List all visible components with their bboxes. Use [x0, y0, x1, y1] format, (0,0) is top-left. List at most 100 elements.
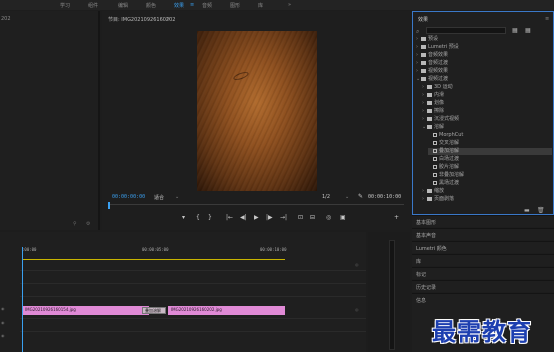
effects-tree-item[interactable]: › 3D 运动 [422, 84, 453, 91]
tab-audio[interactable]: 音频 [202, 2, 212, 9]
tab-assembly[interactable]: 组件 [88, 2, 98, 9]
comparison-view-icon[interactable]: ▣ [340, 214, 346, 221]
effects-menu-icon[interactable]: ≡ [545, 16, 549, 22]
ruler-label-mid: 00:00:05:00 [142, 247, 169, 252]
extract-icon[interactable]: ⊟ [310, 214, 315, 221]
effects-tree-item[interactable]: 叠加溶解 [428, 148, 552, 155]
lift-icon[interactable]: ⊡ [298, 214, 303, 221]
effects-tree-item[interactable]: 交叉溶解 [428, 140, 459, 147]
step-back-icon[interactable]: ◀| [240, 214, 247, 221]
go-to-out-icon[interactable]: →| [280, 214, 287, 221]
transition-clip[interactable]: 叠加溶解 [142, 307, 166, 314]
tab-libraries[interactable]: 库 [258, 2, 263, 9]
mini-playhead[interactable] [108, 202, 110, 209]
effects-panel-title[interactable]: 效果 [418, 16, 428, 23]
tab-graphics[interactable]: 图形 [230, 2, 240, 9]
export-frame-icon[interactable]: ◎ [326, 214, 331, 221]
effects-tree-item[interactable]: › 预设 [416, 36, 438, 43]
work-area-bar[interactable] [22, 259, 285, 260]
track-toggle-icon[interactable]: ◉ [1, 333, 5, 338]
go-to-in-icon[interactable]: |← [226, 214, 233, 221]
effects-tree-label: 交叉溶解 [439, 140, 460, 146]
mark-in-icon[interactable]: { [196, 214, 200, 221]
wrench-icon[interactable]: ⚲ [73, 221, 77, 227]
timeline-ruler[interactable]: :00:00 00:00:05:00 00:00:10:00 [20, 247, 366, 257]
wrench-icon[interactable]: ✎ [358, 193, 363, 200]
timeline-scroll-icon[interactable]: ◎ [355, 307, 359, 312]
effects-tree-item[interactable]: ⌄ 溶解 [422, 124, 444, 131]
effect-icon [433, 165, 437, 169]
wood-grain-mark [232, 70, 250, 82]
panel-essential-sound[interactable]: 基本声音 [412, 228, 554, 240]
chevron-down-icon[interactable]: ⌄ [345, 194, 349, 200]
panel-essential-graphics[interactable]: 基本图形 [412, 215, 554, 227]
effects-tree-label: 视频过渡 [428, 76, 449, 82]
effects-tree-label: 音频效果 [428, 52, 449, 58]
panel-label: 标记 [416, 272, 427, 278]
panel-libraries[interactable]: 库 [412, 254, 554, 266]
playback-resolution-select[interactable]: 1/2 [322, 194, 330, 200]
add-button-icon[interactable]: + [394, 214, 399, 221]
effects-tree-item[interactable]: › 内滑 [422, 92, 444, 99]
folder-icon [427, 93, 432, 97]
folder-icon [421, 61, 426, 65]
add-marker-icon[interactable]: ▾ [182, 214, 185, 221]
mini-timeline-ruler[interactable] [108, 204, 404, 207]
playhead-timecode[interactable]: 00:00:00:00 [112, 194, 145, 200]
timeline-clip[interactable]: IMG20210926160202.jpg [168, 306, 285, 315]
effects-tree-item[interactable]: › 沉浸式视频 [422, 116, 459, 123]
effects-tree-item[interactable]: 白场过渡 [428, 156, 459, 163]
program-monitor-header: 节目: IMG20210926160202 ≡ [102, 16, 410, 24]
effects-tree-item[interactable]: › 擦除 [422, 108, 444, 115]
timeline-clip[interactable]: IMG20210926160154.jpg [22, 306, 149, 315]
effects-tree-item[interactable]: › 视频效果 [416, 68, 448, 75]
effects-tree-item[interactable]: ⌄ 视频过渡 [416, 76, 448, 83]
track-divider [20, 296, 366, 297]
effects-tree-label: 胶片溶解 [439, 164, 460, 170]
ruler-label-end: 00:00:10:00 [260, 247, 287, 252]
effects-tree-item[interactable]: 非叠加溶解 [428, 172, 464, 179]
delete-icon[interactable]: 🗑 [537, 207, 545, 214]
folder-icon [427, 125, 432, 129]
effects-tree-item[interactable]: › 音频效果 [416, 52, 448, 59]
timeline-playhead[interactable] [22, 247, 23, 352]
tab-learn[interactable]: 学习 [60, 2, 70, 9]
audio-meter [389, 240, 395, 350]
step-forward-icon[interactable]: |▶ [266, 214, 273, 221]
panel-lumetri-color[interactable]: Lumetri 颜色 [412, 241, 554, 253]
effects-tree-item[interactable]: MorphCut [428, 132, 463, 139]
ruler-label-start: :00:00 [22, 247, 37, 252]
effects-tree-item[interactable]: 胶片溶解 [428, 164, 459, 171]
program-menu-icon[interactable]: ≡ [166, 16, 170, 22]
new-bin-icon[interactable]: ▬ [524, 207, 530, 214]
play-icon[interactable]: ▶ [254, 214, 259, 221]
zoom-fit-select[interactable]: 适合 [154, 194, 164, 201]
chevron-down-icon[interactable]: ⌄ [175, 194, 179, 200]
settings-icon[interactable]: ⚙ [86, 221, 90, 227]
tab-effects-menu-icon[interactable]: ≡ [190, 2, 194, 8]
tab-effects[interactable]: 效果 [174, 2, 184, 9]
panel-history[interactable]: 历史记录 [412, 280, 554, 292]
effects-tree-item[interactable]: › 划像 [422, 100, 444, 107]
tab-editing[interactable]: 编辑 [118, 2, 128, 9]
transition-label: 叠加溶解 [145, 308, 161, 313]
track-toggle-icon[interactable]: ◉ [1, 306, 5, 311]
tab-color[interactable]: 颜色 [146, 2, 156, 9]
mark-out-icon[interactable]: } [208, 214, 212, 221]
timeline-scroll-icon[interactable]: ◎ [355, 262, 359, 267]
panel-markers[interactable]: 标记 [412, 267, 554, 279]
yuv-effects-icon[interactable]: ▦ [525, 27, 531, 34]
effects-tree-item[interactable]: › 缩放 [422, 188, 444, 195]
effect-icon [433, 141, 437, 145]
effects-tree-label: 溶解 [434, 124, 445, 130]
effects-tree-item[interactable]: 黑场过渡 [428, 180, 459, 187]
effects-tree-item[interactable]: › 页面剥落 [422, 196, 454, 203]
32bit-effects-icon[interactable]: ▦ [512, 27, 518, 34]
track-toggle-icon[interactable]: ◉ [1, 320, 5, 325]
effects-search-input[interactable] [426, 27, 506, 34]
effects-tree-item[interactable]: › Lumetri 预设 [416, 44, 459, 51]
overflow-chevron-icon[interactable]: » [288, 2, 291, 8]
effects-tree-item[interactable]: › 音频过渡 [416, 60, 448, 67]
folder-icon [427, 109, 432, 113]
folder-icon [427, 101, 432, 105]
